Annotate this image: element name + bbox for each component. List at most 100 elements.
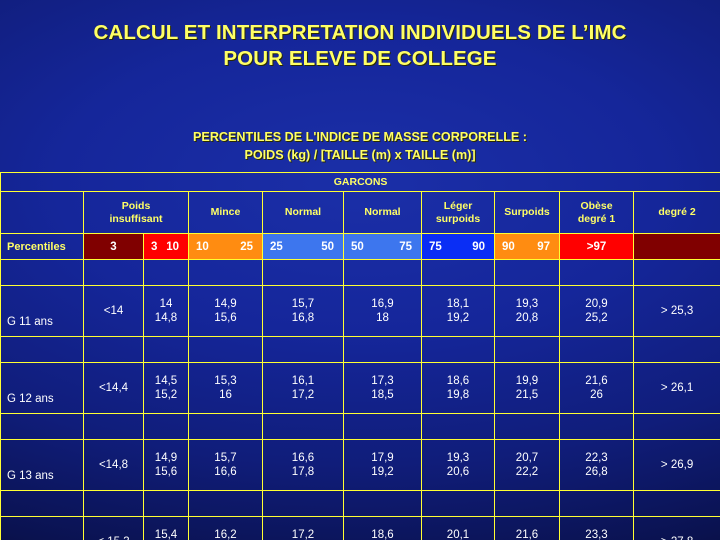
spacer-cell (83, 413, 144, 440)
percentile-color-swatch: 90 97 (495, 234, 559, 259)
bmi-value-lower: 14,5 (154, 375, 178, 387)
bmi-value-upper: 18 (376, 312, 389, 324)
band-label-garcons: GARCONS (0, 172, 720, 192)
percentile-range-cell (632, 233, 720, 260)
bmi-value-lower: 23,3 (585, 529, 608, 540)
category-header-cell: Poids insuffisant (83, 191, 189, 234)
spacer-cell (494, 336, 560, 363)
spacer-cell (83, 490, 144, 517)
bmi-value-lower: <14,4 (98, 382, 129, 394)
bmi-value-lower: <14 (103, 305, 124, 317)
category-header-cell: Normal (262, 191, 344, 234)
bmi-value-lower: > 26,1 (660, 382, 694, 394)
percentile-low-value: 25 (270, 240, 283, 253)
bmi-value-cell: 16,9 18 (343, 285, 422, 337)
title-line-1: CALCUL ET INTERPRETATION INDIVIDUELS DE … (93, 21, 627, 44)
bmi-value-cell: 15,7 16,8 (262, 285, 344, 337)
percentile-low-value: 50 (351, 240, 364, 253)
table-row: G 14 ans< 15,315,416,116,217,217,218,518… (0, 516, 720, 540)
bmi-value-upper: 19,2 (446, 312, 470, 324)
spacer-row (0, 259, 720, 286)
bmi-value-upper: 17,2 (291, 389, 315, 401)
percentile-range-cell: >97 (559, 233, 634, 260)
category-header-label: Obèse (580, 200, 613, 212)
bmi-value-lower: 21,6 (515, 529, 539, 540)
category-header-cell: Surpoids (494, 191, 560, 234)
bmi-value-upper: 20,6 (446, 466, 470, 478)
bmi-value-upper: 15,6 (214, 312, 237, 324)
spacer-row (0, 336, 720, 363)
bmi-value-cell: 14 14,8 (143, 285, 189, 337)
category-header-label: Mince (210, 206, 241, 219)
bmi-value-upper: 26,8 (585, 466, 608, 478)
bmi-value-lower: 15,3 (214, 375, 237, 387)
bmi-value-cell: 14,5 15,2 (143, 362, 189, 414)
bmi-value-upper: 14,8 (154, 312, 178, 324)
bmi-value-upper: 15,6 (154, 466, 178, 478)
bmi-value-lower: 15,7 (214, 452, 237, 464)
percentile-range-cell: 75 90 (421, 233, 495, 260)
category-header-cell: Obèse degré 1 (559, 191, 634, 234)
spacer-cell (343, 490, 422, 517)
bmi-value-lower: > 26,9 (660, 459, 694, 471)
spacer-cell (143, 413, 189, 440)
bmi-value-upper: 22,2 (515, 466, 539, 478)
subtitle-line-1: PERCENTILES DE L'INDICE DE MASSE CORPORE… (193, 130, 527, 144)
bmi-value-cell: 15,416,1 (143, 516, 189, 540)
category-header-cell: Mince (188, 191, 263, 234)
percentile-color-swatch: 25 50 (263, 234, 343, 259)
bmi-value-lower: 15,4 (154, 529, 178, 540)
spacer-cell (632, 336, 720, 363)
spacer-cell (421, 413, 495, 440)
bmi-value-lower: 14,9 (154, 452, 178, 464)
spacer-cell (188, 259, 263, 286)
spacer-cell (494, 490, 560, 517)
spacer-cell (632, 259, 720, 286)
bmi-value-cell: 18,620 (343, 516, 422, 540)
percentile-high-value: 10 (166, 240, 179, 253)
page-title: CALCUL ET INTERPRETATION INDIVIDUELS DE … (0, 20, 720, 72)
bmi-value-cell: 19,9 21,5 (494, 362, 560, 414)
spacer-cell (559, 490, 634, 517)
bmi-value-cell: 21,6 26 (559, 362, 634, 414)
bmi-value-lower: 20,1 (446, 529, 470, 540)
bmi-value-cell: 16,1 17,2 (262, 362, 344, 414)
bmi-value-cell: <14,8 (83, 439, 144, 491)
percentile-low-value: 90 (502, 240, 515, 253)
bmi-value-lower: 22,3 (585, 452, 608, 464)
title-line-2: POUR ELEVE DE COLLEGE (223, 47, 497, 70)
category-header-label: Poids (121, 200, 151, 212)
bmi-value-lower: 16,2 (214, 529, 237, 540)
spacer-cell (143, 336, 189, 363)
category-header-label: degré 1 (577, 212, 616, 225)
category-header-cell: Normal (343, 191, 422, 234)
bmi-value-lower: 19,9 (515, 375, 539, 387)
spacer-cell (343, 259, 422, 286)
bmi-value-upper: 16,6 (214, 466, 237, 478)
bmi-value-cell: > 25,3 (632, 285, 720, 337)
bmi-value-cell: > 26,9 (632, 439, 720, 491)
percentile-mid-value: 3 (110, 240, 117, 253)
spacer-cell (262, 259, 344, 286)
bmi-value-lower: 18,1 (446, 298, 470, 310)
spacer-row (0, 490, 720, 517)
bmi-value-cell: 16,217,2 (188, 516, 263, 540)
percentile-high-value: 50 (321, 240, 334, 253)
subtitle: PERCENTILES DE L'INDICE DE MASSE CORPORE… (0, 128, 720, 164)
bmi-value-cell: 15,3 16 (188, 362, 263, 414)
category-header-cell (0, 191, 84, 234)
spacer-cell (83, 259, 144, 286)
spacer-row (0, 413, 720, 440)
bmi-value-cell: 21,623,2 (494, 516, 560, 540)
bmi-value-lower: 18,6 (371, 529, 394, 540)
percentile-color-swatch: 3 (84, 234, 143, 259)
percentile-color-swatch: 50 75 (344, 234, 421, 259)
bmi-value-cell: 17,218,5 (262, 516, 344, 540)
table-row: G 13 ans <14,8 14,9 15,6 15,7 16,6 16,6 17,8 17,… (0, 439, 720, 491)
spacer-cell (262, 413, 344, 440)
spacer-cell (559, 336, 634, 363)
spacer-cell (143, 490, 189, 517)
percentile-range-cell: 90 97 (494, 233, 560, 260)
spacer-cell (559, 259, 634, 286)
bmi-value-cell: 14,9 15,6 (188, 285, 263, 337)
